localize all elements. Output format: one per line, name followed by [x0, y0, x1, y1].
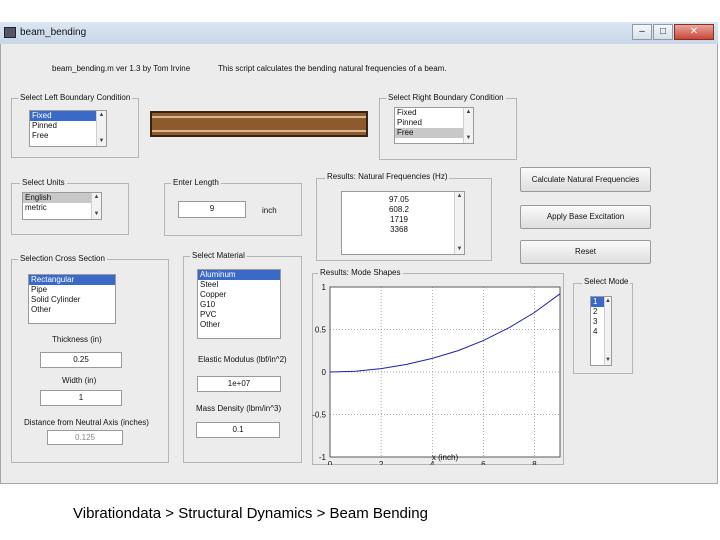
right-bc-listbox[interactable]: Fixed Pinned Free ▲ ▼: [394, 107, 474, 144]
list-item[interactable]: Pinned: [30, 121, 106, 131]
scroll-down-icon[interactable]: ▼: [605, 356, 611, 365]
beam-illustration: [150, 111, 368, 137]
width-label: Width (in): [62, 376, 97, 385]
neutral-axis-label: Distance from Neutral Axis (inches): [24, 418, 149, 427]
description-text: This script calculates the bending natur…: [218, 64, 447, 73]
scroll-up-icon[interactable]: ▲: [97, 111, 106, 120]
window-title: beam_bending: [20, 27, 87, 38]
scrollbar[interactable]: ▲ ▼: [96, 111, 106, 146]
cross-section-listbox[interactable]: Rectangular Pipe Solid Cylinder Other: [28, 274, 116, 324]
scroll-down-icon[interactable]: ▼: [92, 210, 101, 219]
calculate-frequencies-button[interactable]: Calculate Natural Frequencies: [520, 167, 651, 192]
scrollbar[interactable]: ▲ ▼: [454, 192, 464, 254]
left-bc-listbox[interactable]: Fixed Pinned Free ▲ ▼: [29, 110, 107, 147]
x-tick-label: 2: [379, 460, 384, 465]
scroll-up-icon[interactable]: ▲: [464, 108, 473, 117]
cross-section-title: Selection Cross Section: [18, 254, 107, 263]
results-freq-listbox[interactable]: 97.05 608.2 1719 3368 ▲ ▼: [341, 191, 465, 255]
x-tick-label: 6: [481, 460, 486, 465]
title-bar: [0, 22, 718, 44]
elastic-modulus-input[interactable]: 1e+07: [197, 376, 281, 392]
minimize-button[interactable]: –: [632, 24, 652, 40]
scrollbar[interactable]: ▲ ▼: [91, 193, 101, 219]
select-mode-listbox[interactable]: 1 2 3 4 ▲ ▼: [590, 296, 612, 366]
list-item[interactable]: Other: [29, 305, 115, 315]
mode-shape-chart: 0 2 4 6 810.50-0.5-1 x (inch): [312, 283, 561, 465]
list-item[interactable]: Free: [30, 131, 106, 141]
breadcrumb-caption: Vibrationdata > Structural Dynamics > Be…: [73, 505, 428, 522]
material-title: Select Material: [190, 251, 247, 260]
x-tick-label: 8: [532, 460, 537, 465]
elastic-modulus-label: Elastic Modulus (lbf/in^2): [198, 355, 287, 364]
neutral-axis-field: 0.125: [47, 430, 123, 445]
list-item: 97.05: [388, 195, 410, 204]
list-item[interactable]: English: [23, 193, 101, 203]
y-tick-label: -1: [319, 453, 327, 462]
scroll-down-icon[interactable]: ▼: [455, 245, 464, 254]
width-input[interactable]: 1: [40, 390, 122, 406]
length-unit: inch: [262, 206, 277, 215]
list-item[interactable]: Pipe: [29, 285, 115, 295]
mass-density-label: Mass Density (lbm/in^3): [196, 404, 282, 413]
select-mode-title: Select Mode: [582, 277, 631, 286]
list-item[interactable]: Fixed: [30, 111, 106, 121]
list-item: 1719: [390, 215, 408, 224]
scrollbar[interactable]: ▲ ▼: [463, 108, 473, 143]
list-item[interactable]: PVC: [198, 310, 280, 320]
scroll-up-icon[interactable]: ▲: [455, 192, 464, 201]
list-item[interactable]: Free: [395, 128, 473, 138]
length-input[interactable]: 9: [178, 201, 246, 218]
y-tick-label: -0.5: [312, 411, 326, 420]
list-item[interactable]: Rectangular: [29, 275, 115, 285]
scroll-up-icon[interactable]: ▲: [605, 297, 611, 306]
x-tick-label: 0: [328, 460, 333, 465]
y-tick-label: 1: [322, 283, 327, 292]
close-button[interactable]: ✕: [674, 24, 714, 40]
list-item[interactable]: Fixed: [395, 108, 473, 118]
maximize-button[interactable]: □: [653, 24, 673, 40]
matlab-figure-icon: [4, 27, 16, 38]
material-listbox[interactable]: Aluminum Steel Copper G10 PVC Other: [197, 269, 281, 339]
length-title: Enter Length: [171, 178, 221, 187]
y-tick-label: 0: [322, 368, 327, 377]
list-item: 3368: [390, 225, 408, 234]
list-item[interactable]: Pinned: [395, 118, 473, 128]
list-item[interactable]: G10: [198, 300, 280, 310]
x-axis-label: x (inch): [432, 453, 459, 462]
right-bc-title: Select Right Boundary Condition: [386, 93, 506, 102]
scrollbar[interactable]: ▲ ▼: [604, 297, 611, 365]
units-listbox[interactable]: English metric ▲ ▼: [22, 192, 102, 220]
version-text: beam_bending.m ver 1.3 by Tom Irvine: [52, 64, 191, 73]
y-tick-label: 0.5: [315, 326, 327, 335]
list-item[interactable]: Copper: [198, 290, 280, 300]
thickness-label: Thickness (in): [52, 335, 102, 344]
mass-density-input[interactable]: 0.1: [196, 422, 280, 438]
scroll-down-icon[interactable]: ▼: [464, 134, 473, 143]
scroll-up-icon[interactable]: ▲: [92, 193, 101, 202]
list-item: 608.2: [388, 205, 410, 214]
list-item[interactable]: Aluminum: [198, 270, 280, 280]
reset-button[interactable]: Reset: [520, 240, 651, 264]
apply-base-excitation-button[interactable]: Apply Base Excitation: [520, 205, 651, 229]
thickness-input[interactable]: 0.25: [40, 352, 122, 368]
list-item[interactable]: Solid Cylinder: [29, 295, 115, 305]
list-item[interactable]: metric: [23, 203, 101, 213]
list-item[interactable]: Other: [198, 320, 280, 330]
units-title: Select Units: [20, 178, 67, 187]
results-freq-title: Results: Natural Frequencies (Hz): [325, 172, 450, 181]
left-bc-title: Select Left Boundary Condition: [18, 93, 133, 102]
list-item[interactable]: Steel: [198, 280, 280, 290]
scroll-down-icon[interactable]: ▼: [97, 137, 106, 146]
